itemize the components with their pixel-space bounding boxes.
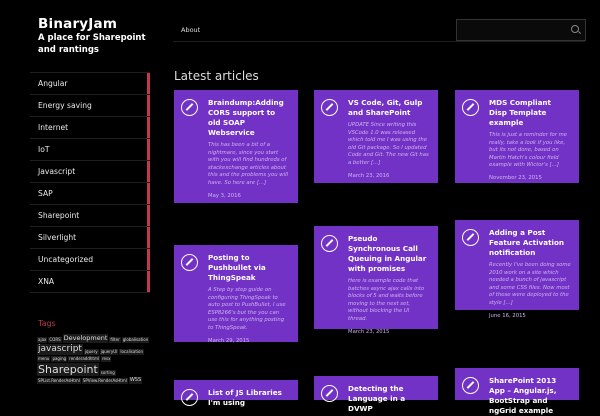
tag-link[interactable]: localisation (119, 349, 145, 355)
article-date: May 3, 2016 (208, 192, 241, 199)
tag-link[interactable]: resx (101, 356, 112, 362)
tag-link[interactable]: menu (37, 356, 51, 362)
tag-link[interactable]: globalisation (121, 337, 150, 343)
search-input[interactable] (456, 19, 586, 41)
article-date: June 16, 2015 (489, 312, 526, 319)
article-excerpt: A Step by step guide on configuring Thin… (208, 287, 286, 331)
pencil-icon (462, 229, 479, 246)
pencil-icon (321, 235, 338, 252)
tags-heading: Tags (38, 319, 56, 328)
tag-link[interactable]: SPList.RenderAsHtml (37, 378, 81, 384)
article-title[interactable]: List of JS Libraries I'm using (208, 388, 290, 408)
tag-link[interactable]: CORS (48, 337, 62, 343)
article-title[interactable]: Braindump:Adding CORS support to old SOA… (208, 98, 290, 138)
tag-link[interactable]: WSS (128, 377, 143, 384)
article-excerpt: UPDATE Since writing this VSCode 1.0 was… (348, 122, 429, 166)
article-card[interactable]: Braindump:Adding CORS support to old SOA… (174, 90, 298, 203)
article-title[interactable]: SharePoint 2013 App – Angular.js, BootSt… (489, 376, 571, 416)
article-date: March 23, 2016 (348, 172, 390, 179)
tag-link[interactable]: javascript (37, 344, 83, 355)
article-card[interactable]: Adding a Post Feature Activation notific… (455, 220, 579, 319)
article-date: November 23, 2015 (489, 174, 542, 181)
pencil-icon (321, 385, 338, 402)
article-date: March 23, 2015 (348, 328, 390, 335)
article-card[interactable]: Detecting the Language in a DVWP (314, 376, 438, 413)
tag-link[interactable]: paging (51, 356, 68, 362)
article-title[interactable]: Detecting the Language in a DVWP (348, 384, 430, 414)
article-title[interactable]: MDS Compliant Disp Template example (489, 98, 571, 128)
tag-link[interactable]: sorting (99, 370, 116, 376)
tag-link[interactable]: jqueryUI (99, 349, 119, 355)
article-card[interactable]: Pseudo Synchronous Call Queuing in Angul… (314, 226, 438, 335)
article-card[interactable]: List of JS Libraries I'm using (174, 380, 298, 407)
article-card[interactable]: Posting to Pushbullet via ThingSpeak A S… (174, 245, 298, 344)
category-item-xna[interactable]: XNA (30, 271, 150, 293)
tag-link[interactable]: SPView.RenderAsHtml (81, 378, 128, 384)
article-title[interactable]: VS Code, Git, Gulp and SharePoint (348, 98, 430, 118)
tag-link[interactable]: ajax (37, 337, 48, 343)
nav-about-link[interactable]: About (181, 26, 200, 34)
category-item-javascript[interactable]: Javascript (30, 161, 150, 183)
article-excerpt: Here is example code that batches async … (348, 278, 425, 322)
article-card[interactable]: MDS Compliant Disp Template example This… (455, 90, 579, 183)
category-item-sharepoint[interactable]: Sharepoint (30, 205, 150, 227)
category-item-silverlight[interactable]: Silverlight (30, 227, 150, 249)
category-item-angular[interactable]: Angular (30, 73, 150, 95)
article-excerpt: This is just a reminder for me really, t… (489, 132, 567, 169)
pencil-icon (181, 99, 198, 116)
site-title[interactable]: BinaryJam (38, 16, 117, 32)
search-icon[interactable] (571, 25, 579, 33)
tag-link[interactable]: Development (62, 334, 109, 343)
article-title[interactable]: Adding a Post Feature Activation notific… (489, 228, 571, 258)
section-title: Latest articles (174, 69, 259, 83)
article-card[interactable]: SharePoint 2013 App – Angular.js, BootSt… (455, 368, 579, 415)
article-date: March 29, 2015 (208, 337, 250, 344)
pencil-icon (462, 99, 479, 116)
article-title[interactable]: Pseudo Synchronous Call Queuing in Angul… (348, 234, 430, 274)
category-item-internet[interactable]: Internet (30, 117, 150, 139)
site-tagline: A place for Sharepoint and rantings (38, 33, 146, 55)
article-excerpt: This has been a bit of a nightmare, sinc… (208, 142, 289, 186)
category-item-energy-saving[interactable]: Energy saving (30, 95, 150, 117)
pencil-icon (181, 254, 198, 271)
category-list: Angular Energy saving Internet IoT Javas… (30, 72, 150, 293)
top-bar: About (173, 19, 586, 42)
tag-link[interactable]: Sharepoint (37, 363, 99, 376)
pencil-icon (181, 389, 198, 406)
pencil-icon (462, 377, 479, 394)
category-item-iot[interactable]: IoT (30, 139, 150, 161)
pencil-icon (321, 99, 338, 116)
tag-link[interactable]: filter (109, 337, 121, 343)
article-title[interactable]: Posting to Pushbullet via ThingSpeak (208, 253, 290, 283)
tag-link[interactable]: jquery (83, 349, 99, 355)
category-item-uncategorized[interactable]: Uncategorized (30, 249, 150, 271)
category-item-sap[interactable]: SAP (30, 183, 150, 205)
article-excerpt: Recently I've been doing some 2010 work … (489, 262, 571, 306)
tag-cloud: ajax CORS Development filter globalisation ja… (37, 334, 151, 385)
tag-link[interactable]: renderaddhtml (68, 356, 100, 362)
article-card[interactable]: VS Code, Git, Gulp and SharePoint UPDATE… (314, 90, 438, 183)
